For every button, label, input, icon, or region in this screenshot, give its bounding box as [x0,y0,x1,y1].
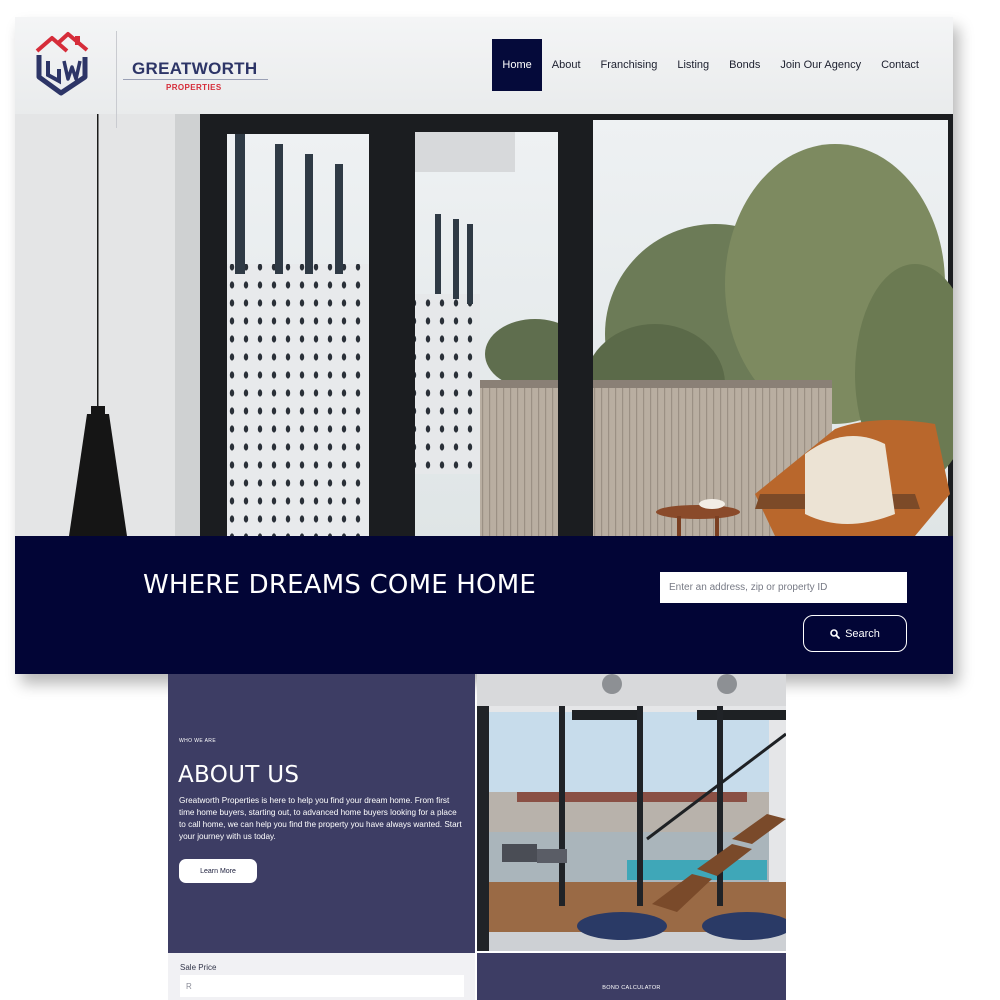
learn-more-button[interactable]: Learn More [179,859,257,883]
site-header: GREATWORTH PROPERTIES Home About Franchi… [15,17,953,128]
hero-banner: WHERE DREAMS COME HOME Search [15,536,953,674]
search-button-label: Search [845,627,880,640]
hero-image [15,114,953,536]
sale-price-input[interactable] [180,975,464,997]
calculator-form: Sale Price [168,953,475,1000]
bond-calculator-title: BOND CALCULATOR [602,985,661,991]
brand-logo[interactable]: GREATWORTH PROPERTIES [35,31,268,128]
nav-listing[interactable]: Listing [667,39,719,91]
nav-join-our-agency[interactable]: Join Our Agency [770,39,871,91]
sale-price-label: Sale Price [180,963,217,972]
nav-bonds[interactable]: Bonds [719,39,770,91]
nav-about[interactable]: About [542,39,591,91]
brand-name: GREATWORTH [132,59,258,78]
about-section: WHO WE ARE ABOUT US Greatworth Propertie… [168,674,475,953]
search-button[interactable]: Search [803,615,907,652]
about-title: ABOUT US [178,762,300,788]
search-icon [830,628,840,639]
property-search-input[interactable] [660,572,907,603]
nav-home[interactable]: Home [492,39,542,91]
bond-calculator-panel: BOND CALCULATOR [477,953,786,1000]
brand-subtitle: PROPERTIES [166,83,222,92]
brand-rule [123,79,268,80]
main-nav: Home About Franchising Listing Bonds Joi… [492,39,929,91]
about-eyebrow: WHO WE ARE [179,738,217,744]
logo-divider [116,31,117,128]
about-photo [477,674,786,951]
nav-contact[interactable]: Contact [871,39,929,91]
logo-mark-icon [35,32,89,96]
about-text: Greatworth Properties is here to help yo… [179,796,462,841]
hero-tagline: WHERE DREAMS COME HOME [143,570,536,600]
nav-franchising[interactable]: Franchising [591,39,668,91]
